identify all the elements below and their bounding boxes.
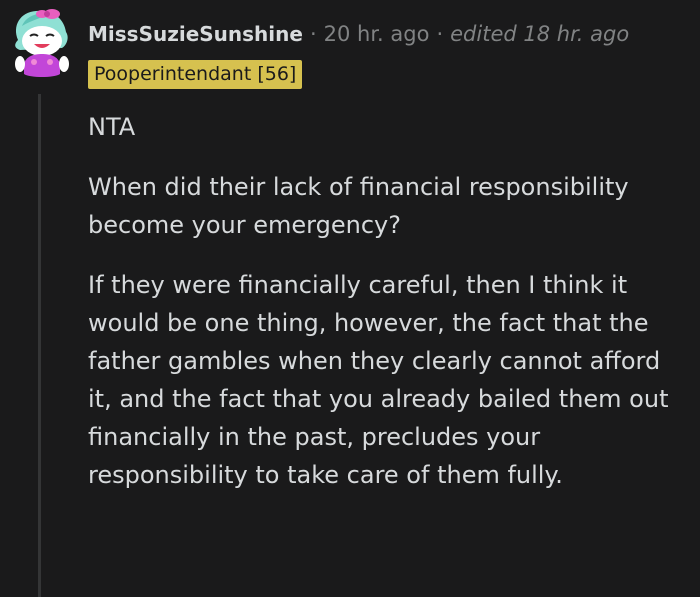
comment: MissSuzieSunshine · 20 hr. ago · edited … — [0, 0, 700, 597]
meta-separator: · — [436, 22, 444, 46]
comment-body: NTA When did their lack of financial res… — [88, 108, 678, 516]
edited-timestamp: edited 18 hr. ago — [450, 22, 630, 46]
comment-paragraph: If they were financially careful, then I… — [88, 271, 669, 489]
user-avatar[interactable] — [8, 6, 74, 82]
comment-paragraph: When did their lack of financial respons… — [88, 173, 629, 239]
avatar-snoo-icon — [15, 9, 69, 77]
comment-paragraph: NTA — [88, 113, 136, 141]
comment-timestamp[interactable]: 20 hr. ago — [324, 22, 430, 46]
thread-line[interactable] — [38, 94, 41, 597]
meta-separator: · — [309, 22, 317, 46]
user-flair: Pooperintendant [56] — [88, 60, 303, 89]
author-name[interactable]: MissSuzieSunshine — [88, 22, 303, 46]
comment-meta: MissSuzieSunshine · 20 hr. ago · edited … — [88, 18, 629, 50]
